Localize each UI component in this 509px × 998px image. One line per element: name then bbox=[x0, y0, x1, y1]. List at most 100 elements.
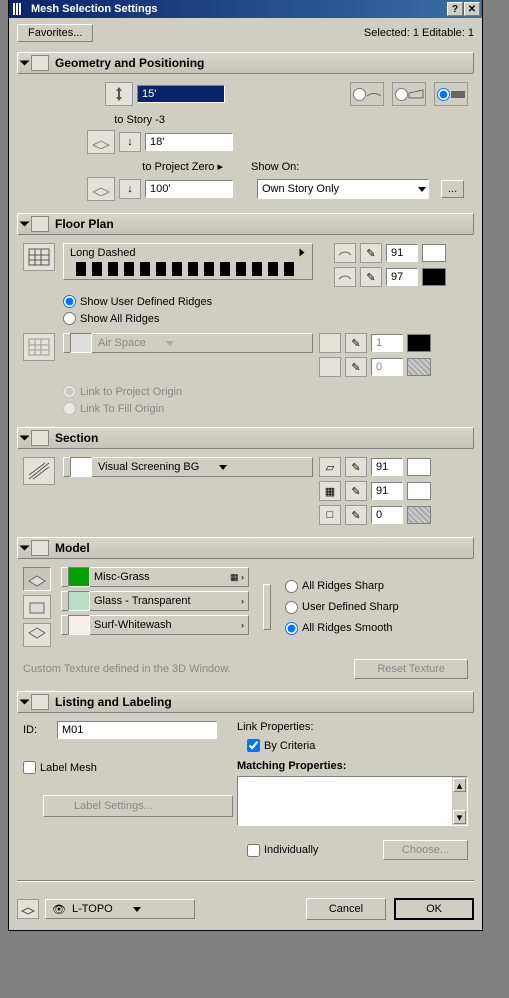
floorplan-icon bbox=[31, 216, 49, 232]
ridges-sharp-radio[interactable]: All Ridges Sharp bbox=[285, 580, 399, 593]
fill-grid-icon bbox=[23, 333, 55, 361]
individually-checkbox[interactable]: Individually bbox=[247, 844, 318, 857]
model-icon bbox=[31, 540, 49, 556]
mesh-grid-icon bbox=[23, 243, 55, 271]
disclosure-icon bbox=[20, 700, 30, 705]
zero-label[interactable]: to Project Zero ▸ bbox=[23, 160, 223, 173]
hatch-icon bbox=[319, 357, 341, 377]
choose-button: Choose... bbox=[383, 840, 468, 860]
ridges-smooth-radio[interactable]: All Ridges Smooth bbox=[285, 622, 399, 635]
label-mesh-checkbox[interactable]: Label Mesh bbox=[23, 761, 97, 774]
spen3-color[interactable] bbox=[407, 506, 431, 524]
by-criteria-checkbox[interactable]: By Criteria bbox=[247, 739, 315, 752]
pen-icon: ✎ bbox=[345, 457, 367, 477]
height-input[interactable] bbox=[137, 85, 225, 103]
show-on-combo[interactable]: Own Story Only bbox=[257, 179, 429, 199]
story-input[interactable] bbox=[145, 133, 233, 151]
chain-toggle[interactable] bbox=[263, 584, 271, 630]
section-geometry-header[interactable]: Geometry and Positioning bbox=[17, 52, 474, 74]
zero-input[interactable] bbox=[145, 180, 233, 198]
hatch-icon: ▦ bbox=[319, 481, 341, 501]
ridges-user-radio[interactable]: User Defined Sharp bbox=[285, 601, 399, 614]
outline-icon: ▱ bbox=[319, 457, 341, 477]
section-floorplan-header[interactable]: Floor Plan bbox=[17, 213, 474, 235]
type-slope[interactable] bbox=[392, 82, 426, 106]
bottom-material-selector[interactable]: Surf-Whitewash › bbox=[61, 615, 249, 635]
link-props-label: Link Properties: bbox=[237, 721, 468, 733]
top-material-selector[interactable]: Misc-Grass ▦ › bbox=[61, 567, 249, 587]
listing-icon bbox=[31, 694, 49, 710]
pen1-input[interactable] bbox=[386, 244, 418, 262]
pen-icon: ✎ bbox=[360, 267, 382, 287]
surface-icon bbox=[334, 267, 356, 287]
matching-label: Matching Properties: bbox=[237, 760, 468, 772]
airpen1-input bbox=[371, 334, 403, 352]
section-fill-selector[interactable]: Visual Screening BG bbox=[63, 457, 313, 477]
disclosure-icon bbox=[20, 546, 30, 551]
section-title: Geometry and Positioning bbox=[55, 56, 204, 70]
fill-swatch bbox=[70, 457, 92, 477]
down-arrow-icon: ↓ bbox=[119, 179, 141, 199]
selection-status: Selected: 1 Editable: 1 bbox=[364, 27, 474, 39]
story-label: to Story -3 bbox=[23, 114, 173, 126]
link-fill-radio: Link To Fill Origin bbox=[63, 402, 468, 415]
hatch-icon bbox=[319, 333, 341, 353]
linetype-selector[interactable]: Long Dashed bbox=[63, 243, 313, 280]
type-solid[interactable] bbox=[434, 82, 468, 106]
ok-button[interactable]: OK bbox=[394, 898, 474, 920]
pen2-input[interactable] bbox=[386, 268, 418, 286]
section-section-header[interactable]: Section bbox=[17, 427, 474, 449]
id-input[interactable] bbox=[57, 721, 217, 739]
spen1-input[interactable] bbox=[371, 458, 403, 476]
spen2-input[interactable] bbox=[371, 482, 403, 500]
pen-icon: ✎ bbox=[345, 505, 367, 525]
matching-list[interactable]: ▴ ▾ bbox=[237, 776, 468, 826]
section-title: Model bbox=[55, 541, 90, 555]
disclosure-icon bbox=[20, 436, 30, 441]
top-surface-icon[interactable] bbox=[23, 567, 51, 591]
cut-fill-icon bbox=[23, 457, 55, 485]
line-pattern-preview bbox=[76, 262, 300, 276]
material-swatch bbox=[68, 567, 90, 587]
section-title: Listing and Labeling bbox=[55, 695, 172, 709]
spen2-color[interactable] bbox=[407, 482, 431, 500]
material-swatch bbox=[68, 591, 90, 611]
material-swatch bbox=[68, 615, 90, 635]
scrollbar[interactable]: ▴ ▾ bbox=[452, 777, 467, 825]
favorites-button[interactable]: Favorites... bbox=[17, 24, 93, 42]
help-button[interactable]: ? bbox=[447, 2, 463, 16]
more-button[interactable]: ... bbox=[441, 180, 464, 198]
spen1-color[interactable] bbox=[407, 458, 431, 476]
section-icon bbox=[31, 430, 49, 446]
scroll-up-icon[interactable]: ▴ bbox=[453, 778, 466, 792]
airpen1-color bbox=[407, 334, 431, 352]
bottom-surface-icon[interactable] bbox=[23, 623, 51, 647]
app-icon bbox=[13, 3, 27, 15]
ridge-user-radio[interactable]: Show User Defined Ridges bbox=[63, 295, 468, 308]
scroll-down-icon[interactable]: ▾ bbox=[453, 810, 466, 824]
bg-icon: □ bbox=[319, 505, 341, 525]
show-on-label: Show On: bbox=[251, 161, 299, 173]
side-surface-icon[interactable] bbox=[23, 595, 51, 619]
plane-icon bbox=[91, 135, 111, 149]
surface-icon bbox=[334, 243, 356, 263]
side-material-selector[interactable]: Glass - Transparent › bbox=[61, 591, 249, 611]
close-button[interactable]: ✕ bbox=[464, 2, 480, 16]
type-flat[interactable] bbox=[350, 82, 384, 106]
section-model-header[interactable]: Model bbox=[17, 537, 474, 559]
pen1-color[interactable] bbox=[422, 244, 446, 262]
plane-icon bbox=[91, 182, 111, 196]
airspace-selector: Air Space bbox=[63, 333, 313, 353]
layer-combo[interactable]: 👁 L-TOPO bbox=[45, 899, 195, 919]
chevron-right-icon bbox=[300, 249, 305, 257]
height-icon bbox=[105, 82, 133, 106]
titlebar: Mesh Selection Settings ? ✕ bbox=[9, 0, 482, 18]
zero-icon bbox=[87, 177, 115, 201]
pen2-color[interactable] bbox=[422, 268, 446, 286]
cancel-button[interactable]: Cancel bbox=[306, 898, 386, 920]
pen-icon: ✎ bbox=[345, 357, 367, 377]
spen3-input[interactable] bbox=[371, 506, 403, 524]
ridge-all-radio[interactable]: Show All Ridges bbox=[63, 312, 468, 325]
section-listing-header[interactable]: Listing and Labeling bbox=[17, 691, 474, 713]
reset-texture-button: Reset Texture bbox=[354, 659, 468, 679]
